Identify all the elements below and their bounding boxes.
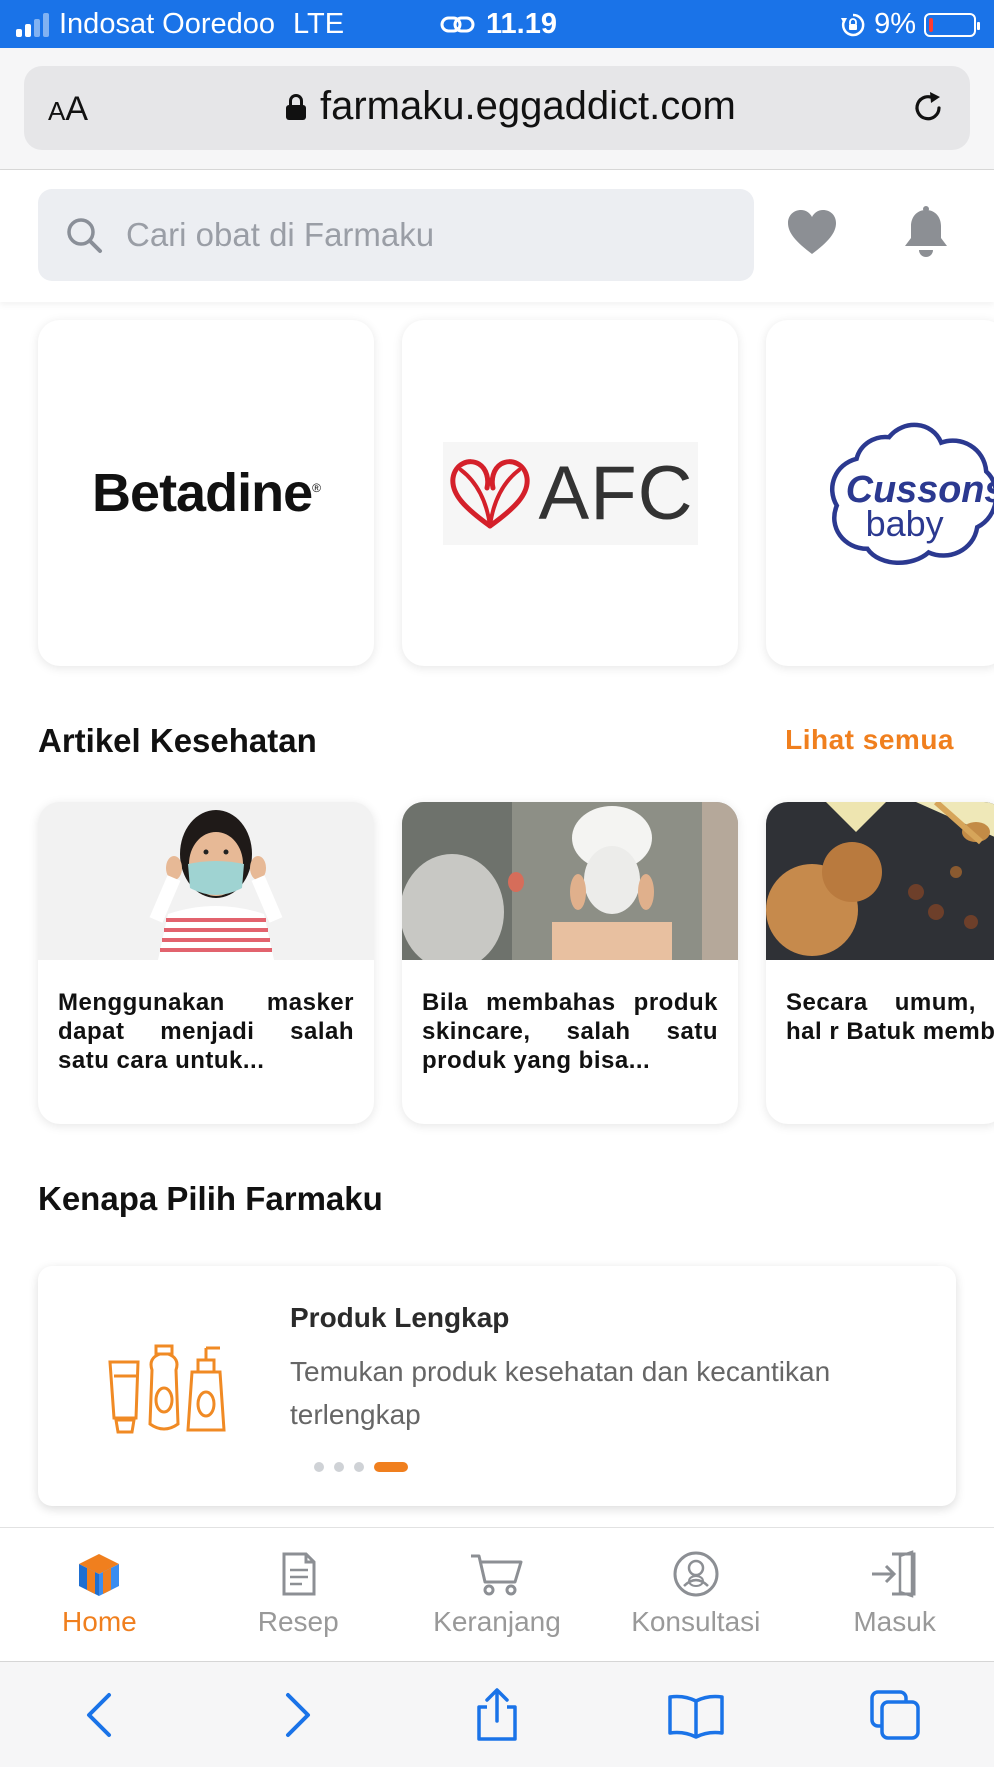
heart-icon[interactable] xyxy=(786,208,838,258)
nav-label-resep: Resep xyxy=(257,1606,339,1637)
product-bottles-icon xyxy=(108,1344,226,1434)
text-size-icon[interactable]: AA xyxy=(48,90,88,129)
lock-icon xyxy=(286,93,306,120)
nav-item-masuk[interactable]: Masuk xyxy=(795,1528,994,1661)
rotation-lock-icon xyxy=(841,13,865,36)
bottom-navigation: Home Resep Keranjang Konsultasi Masuk xyxy=(0,1527,994,1661)
carousel-dots xyxy=(314,1462,408,1472)
app-header xyxy=(0,170,994,302)
article-image-girl-mask xyxy=(38,802,374,960)
browser-address-area: AA farmaku.eggaddict.com xyxy=(0,48,994,170)
bookmarks-icon xyxy=(668,1694,724,1739)
afc-heart-mark xyxy=(449,459,530,529)
carousel-dot[interactable] xyxy=(354,1462,364,1472)
carrier-name: Indosat Ooredoo xyxy=(59,8,276,40)
baby-logo-text: baby xyxy=(866,503,944,544)
address-bar[interactable]: AA farmaku.eggaddict.com xyxy=(24,66,970,150)
reload-icon[interactable] xyxy=(908,88,948,128)
carousel-dot-active[interactable] xyxy=(374,1462,408,1472)
nav-item-resep[interactable]: Resep xyxy=(199,1528,398,1661)
battery-percent: 9% xyxy=(874,8,916,40)
article-image-cookies-honey xyxy=(766,802,994,960)
nav-label-masuk: Masuk xyxy=(853,1606,936,1637)
back-icon xyxy=(87,1692,112,1737)
brand-carousel: Betadine® AFC Cussons baby xyxy=(38,320,994,666)
article-excerpt: Secara umum, adalah hal r Batuk membantu xyxy=(786,989,994,1045)
consultation-icon xyxy=(673,1551,719,1597)
nav-label-konsultasi: Konsultasi xyxy=(631,1606,761,1637)
prescription-icon xyxy=(282,1552,316,1596)
why-feature-card[interactable]: Produk Lengkap Temukan produk kesehatan … xyxy=(38,1266,956,1506)
status-right: 9% xyxy=(840,8,980,41)
brand-card-afc[interactable]: AFC xyxy=(402,320,738,666)
article-card[interactable]: Secara umum, adalah hal r Batuk membantu xyxy=(766,802,994,1124)
carousel-dot[interactable] xyxy=(334,1462,344,1472)
search-input[interactable] xyxy=(126,216,726,254)
safari-toolbar xyxy=(0,1661,994,1767)
signal-icon xyxy=(16,12,49,37)
article-excerpt: Bila membahas produk skincare, salah sat… xyxy=(422,989,718,1074)
clock: 11.19 xyxy=(486,8,557,40)
betadine-logo: Betadine® xyxy=(92,463,321,523)
brand-card-betadine[interactable]: Betadine® xyxy=(38,320,374,666)
login-icon xyxy=(871,1550,916,1598)
search-bar[interactable] xyxy=(38,189,754,281)
share-button[interactable] xyxy=(457,1675,537,1755)
battery-icon xyxy=(924,12,980,37)
nav-item-konsultasi[interactable]: Konsultasi xyxy=(596,1528,795,1661)
url-text: farmaku.eggaddict.com xyxy=(320,84,736,128)
nav-label-keranjang: Keranjang xyxy=(433,1606,561,1637)
tabs-icon xyxy=(869,1689,920,1740)
cussons-baby-logo: Cussons baby xyxy=(830,422,994,565)
nav-label-home: Home xyxy=(62,1606,137,1637)
network-type: LTE xyxy=(293,8,345,40)
back-button[interactable] xyxy=(59,1675,139,1755)
articles-carousel: Menggunakan masker dapat menjadi salah s… xyxy=(38,802,994,1124)
brand-card-cussons[interactable]: Cussons baby xyxy=(766,320,994,666)
tabs-button[interactable] xyxy=(855,1675,935,1755)
home-icon xyxy=(79,1554,120,1596)
link-icon xyxy=(440,16,475,32)
status-left: Indosat Ooredoo LTE xyxy=(16,8,344,41)
why-section-title: Kenapa Pilih Farmaku xyxy=(38,1180,383,1217)
carousel-dot[interactable] xyxy=(314,1462,324,1472)
bookmarks-button[interactable] xyxy=(656,1675,736,1755)
feature-title: Produk Lengkap xyxy=(290,1302,510,1333)
see-all-articles-link[interactable]: Lihat semua xyxy=(785,724,954,756)
afc-logo: AFC xyxy=(442,441,698,545)
status-center: 11.19 xyxy=(440,8,557,41)
forward-icon xyxy=(286,1692,311,1737)
url-display[interactable]: farmaku.eggaddict.com xyxy=(286,84,736,129)
forward-button[interactable] xyxy=(258,1675,338,1755)
bell-icon[interactable] xyxy=(902,206,950,260)
articles-section-title: Artikel Kesehatan xyxy=(38,722,317,759)
status-bar: Indosat Ooredoo LTE 11.19 9% xyxy=(0,0,994,48)
article-image-face-mask xyxy=(402,802,738,960)
article-card[interactable]: Menggunakan masker dapat menjadi salah s… xyxy=(38,802,374,1124)
nav-item-home[interactable]: Home xyxy=(0,1528,199,1661)
article-card[interactable]: Bila membahas produk skincare, salah sat… xyxy=(402,802,738,1124)
cart-icon xyxy=(470,1554,523,1596)
nav-item-keranjang[interactable]: Keranjang xyxy=(398,1528,597,1661)
search-icon xyxy=(67,218,102,253)
article-excerpt: Menggunakan masker dapat menjadi salah s… xyxy=(58,989,354,1074)
feature-description: Temukan produk kesehatan dan kecantikan … xyxy=(290,1356,831,1430)
share-icon xyxy=(477,1687,517,1741)
